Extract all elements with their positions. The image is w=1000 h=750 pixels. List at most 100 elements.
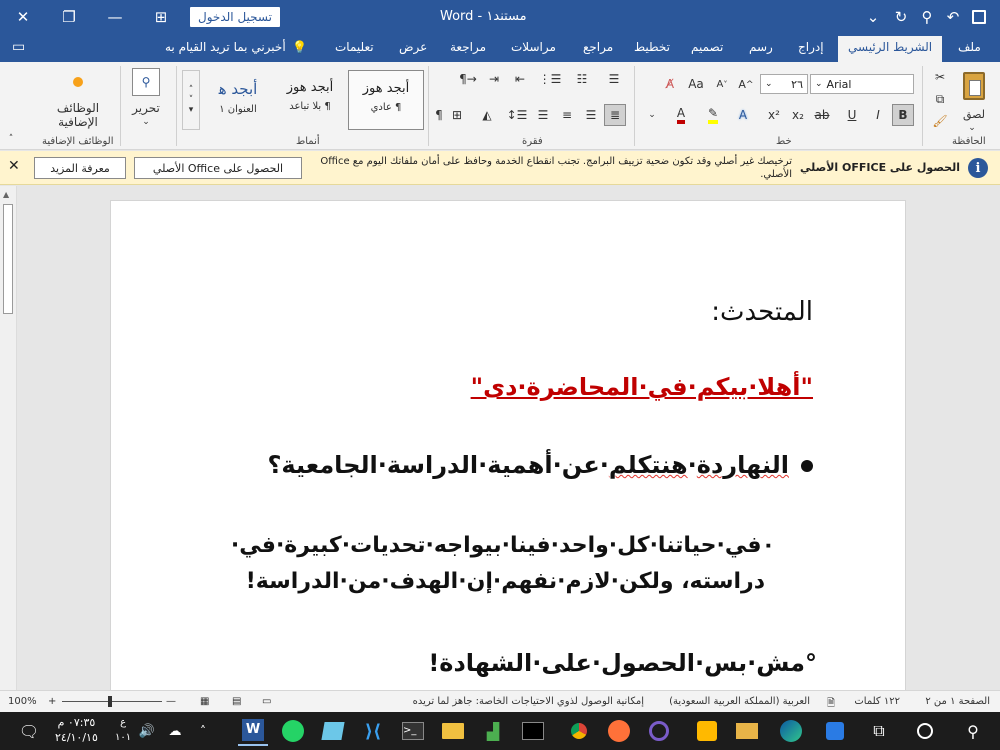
highlight-button[interactable]: ✎ (700, 104, 726, 126)
line-spacing-button[interactable]: ↕☰ (504, 104, 530, 126)
sign-in-button[interactable]: تسجيل الدخول (190, 7, 280, 27)
word-taskbar-icon[interactable]: W (238, 716, 268, 746)
learn-more-button[interactable]: معرفة المزيد (34, 157, 126, 179)
tell-me-search[interactable]: أخبرني بما تريد القيام به (165, 40, 286, 54)
shrink-font-button[interactable]: A ˅ (712, 74, 732, 94)
tab-help[interactable]: تعليمات (335, 40, 374, 54)
welcome-line[interactable]: "أهلا·بيكم·في·المحاضرة·دى" (471, 373, 813, 401)
ltr-button[interactable]: ¶→ (456, 68, 480, 90)
whatsapp-icon[interactable] (278, 716, 308, 746)
zoom-level[interactable]: 100% (8, 696, 37, 707)
folder-icon[interactable] (732, 716, 762, 746)
decrease-indent-button[interactable]: ⇤ (508, 68, 532, 90)
web-layout-icon[interactable]: ▦ (200, 696, 209, 707)
undo-button[interactable]: ↶ (940, 5, 966, 29)
subscript-button[interactable]: x₂ (788, 104, 808, 126)
grow-font-button[interactable]: A ^ (736, 74, 756, 94)
zoom-in-icon[interactable]: — (166, 696, 176, 707)
show-hidden-icons-icon[interactable]: ˄ (188, 716, 218, 746)
find-button[interactable]: ⚲ (132, 68, 160, 96)
font-name-combo[interactable]: ⌄ Arial (810, 74, 914, 94)
volume-icon[interactable]: 🔊 (132, 716, 162, 746)
numbering-button[interactable]: ☷ (568, 68, 596, 90)
comments-icon[interactable]: ▭ (12, 39, 25, 55)
underline-button[interactable]: U (842, 104, 862, 126)
speaker-line[interactable]: المتحدث: (711, 297, 813, 327)
maximize-window-button[interactable]: ❐ (46, 0, 92, 34)
align-left-button[interactable]: ≡ (556, 104, 578, 126)
superscript-button[interactable]: x² (764, 104, 784, 126)
shading-button[interactable]: ◭ (474, 104, 500, 126)
firefox-icon[interactable] (604, 716, 634, 746)
terminal-icon[interactable]: >_ (398, 716, 428, 746)
clear-formatting-button[interactable]: A̸ (660, 74, 680, 94)
chart-app-icon[interactable]: ▟ (478, 716, 508, 746)
tab-home[interactable]: الشريط الرئيسي (838, 36, 943, 62)
scrollbar-thumb[interactable] (3, 204, 13, 314)
tab-view[interactable]: عرض (399, 40, 427, 54)
align-right-button[interactable]: ≣ (604, 104, 626, 126)
focus-mode-icon[interactable]: ▭ (262, 696, 271, 707)
style-normal[interactable]: أبجد هوز ¶ عادي (348, 70, 424, 130)
borders-button[interactable]: ⊞ (444, 104, 470, 126)
zoom-out-icon[interactable]: + (48, 696, 56, 707)
chevron-down-icon[interactable]: ⌄ (962, 122, 982, 134)
align-center-button[interactable]: ☰ (580, 104, 602, 126)
media-app-icon[interactable] (644, 716, 674, 746)
customize-qat-button[interactable]: ⌄ (860, 5, 886, 29)
network-icon[interactable]: ☁ (160, 716, 190, 746)
paste-label[interactable]: لصق (955, 106, 993, 122)
font-color-dropdown[interactable]: ⌄ (642, 104, 662, 126)
ribbon-display-options-button[interactable]: ⊞ (138, 0, 184, 34)
paste-button[interactable] (958, 68, 990, 104)
strikethrough-button[interactable]: ab (812, 104, 832, 126)
cut-button[interactable]: ✂ (930, 68, 950, 86)
tab-references[interactable]: مراجع (583, 40, 613, 54)
increase-indent-button[interactable]: ⇥ (482, 68, 506, 90)
cortana-icon[interactable] (910, 716, 940, 746)
word-count[interactable]: ١٢٢ كلمات (854, 696, 900, 707)
tab-draw[interactable]: رسم (749, 40, 773, 54)
sticky-notes-icon[interactable] (318, 716, 348, 746)
search-button[interactable]: ⚲ (914, 5, 940, 29)
widgets-icon[interactable] (820, 716, 850, 746)
redo-button[interactable]: ↻ (888, 5, 914, 29)
save-button[interactable] (966, 5, 992, 29)
font-color-button[interactable]: A (668, 104, 694, 126)
bullets-button[interactable]: ☰ (600, 68, 628, 90)
tab-design[interactable]: تصميم (691, 40, 723, 54)
accessibility-status[interactable]: إمكانية الوصول لذوي الاحتياجات الخاصة: ج… (384, 696, 644, 707)
italic-button[interactable]: I (868, 104, 888, 126)
get-genuine-office-button[interactable]: الحصول على Office الأصلي (134, 157, 302, 179)
vertical-scrollbar[interactable]: ▲ (0, 186, 17, 690)
cmd-icon[interactable] (518, 716, 548, 746)
style-heading-1[interactable]: أبجد ﻫ العنوان ١ (200, 70, 276, 130)
search-icon[interactable]: ⚲ (958, 716, 988, 746)
style-no-spacing[interactable]: أبجد هوز ¶ بلا تباعد (272, 70, 348, 130)
collapse-ribbon-button[interactable]: ˄ (4, 132, 18, 146)
print-layout-icon[interactable]: ▤ (232, 696, 241, 707)
chrome-icon[interactable] (564, 716, 594, 746)
notifications-icon[interactable]: 🗨 (14, 716, 44, 746)
proofing-icon[interactable]: 🗎 (827, 696, 835, 713)
language-indicator[interactable]: العربية (المملكة العربية السعودية) (669, 696, 810, 707)
chevron-up-icon[interactable]: ▲ (3, 190, 9, 199)
font-size-combo[interactable]: ٢٦ ⌄ (760, 74, 808, 94)
chevron-down-icon[interactable]: ⌄ (136, 116, 156, 128)
edge-icon[interactable] (776, 716, 806, 746)
format-painter-button[interactable]: 🖌 (930, 112, 950, 130)
justify-button[interactable]: ☰ (532, 104, 554, 126)
clock[interactable]: ٠٧:٣٥ م ٢٤/١٠/١٥ (55, 715, 98, 745)
zoom-slider-thumb[interactable] (108, 696, 112, 707)
addins-icon[interactable] (70, 74, 86, 90)
paragraph-line-3[interactable]: °مش·بس·الحصول·على·الشهادة! (428, 649, 817, 677)
addins-button[interactable]: الوظائف الإضافية (40, 100, 116, 130)
paragraph-line-1[interactable]: ٠في·حياتنا·كل·واحد·فينا·بيواجه·تحديات·كب… (231, 533, 775, 558)
task-view-icon[interactable]: ⧉ (864, 716, 894, 746)
tab-file[interactable]: ملف (958, 40, 981, 54)
tab-review[interactable]: مراجعة (450, 40, 486, 54)
document-page[interactable]: المتحدث: "أهلا·بيكم·في·المحاضرة·دى" النه… (110, 200, 906, 690)
vscode-icon[interactable]: ⟩⟨ (358, 716, 388, 746)
zoom-slider[interactable] (62, 701, 162, 702)
page-count[interactable]: الصفحة ١ من ٢ (925, 696, 990, 707)
